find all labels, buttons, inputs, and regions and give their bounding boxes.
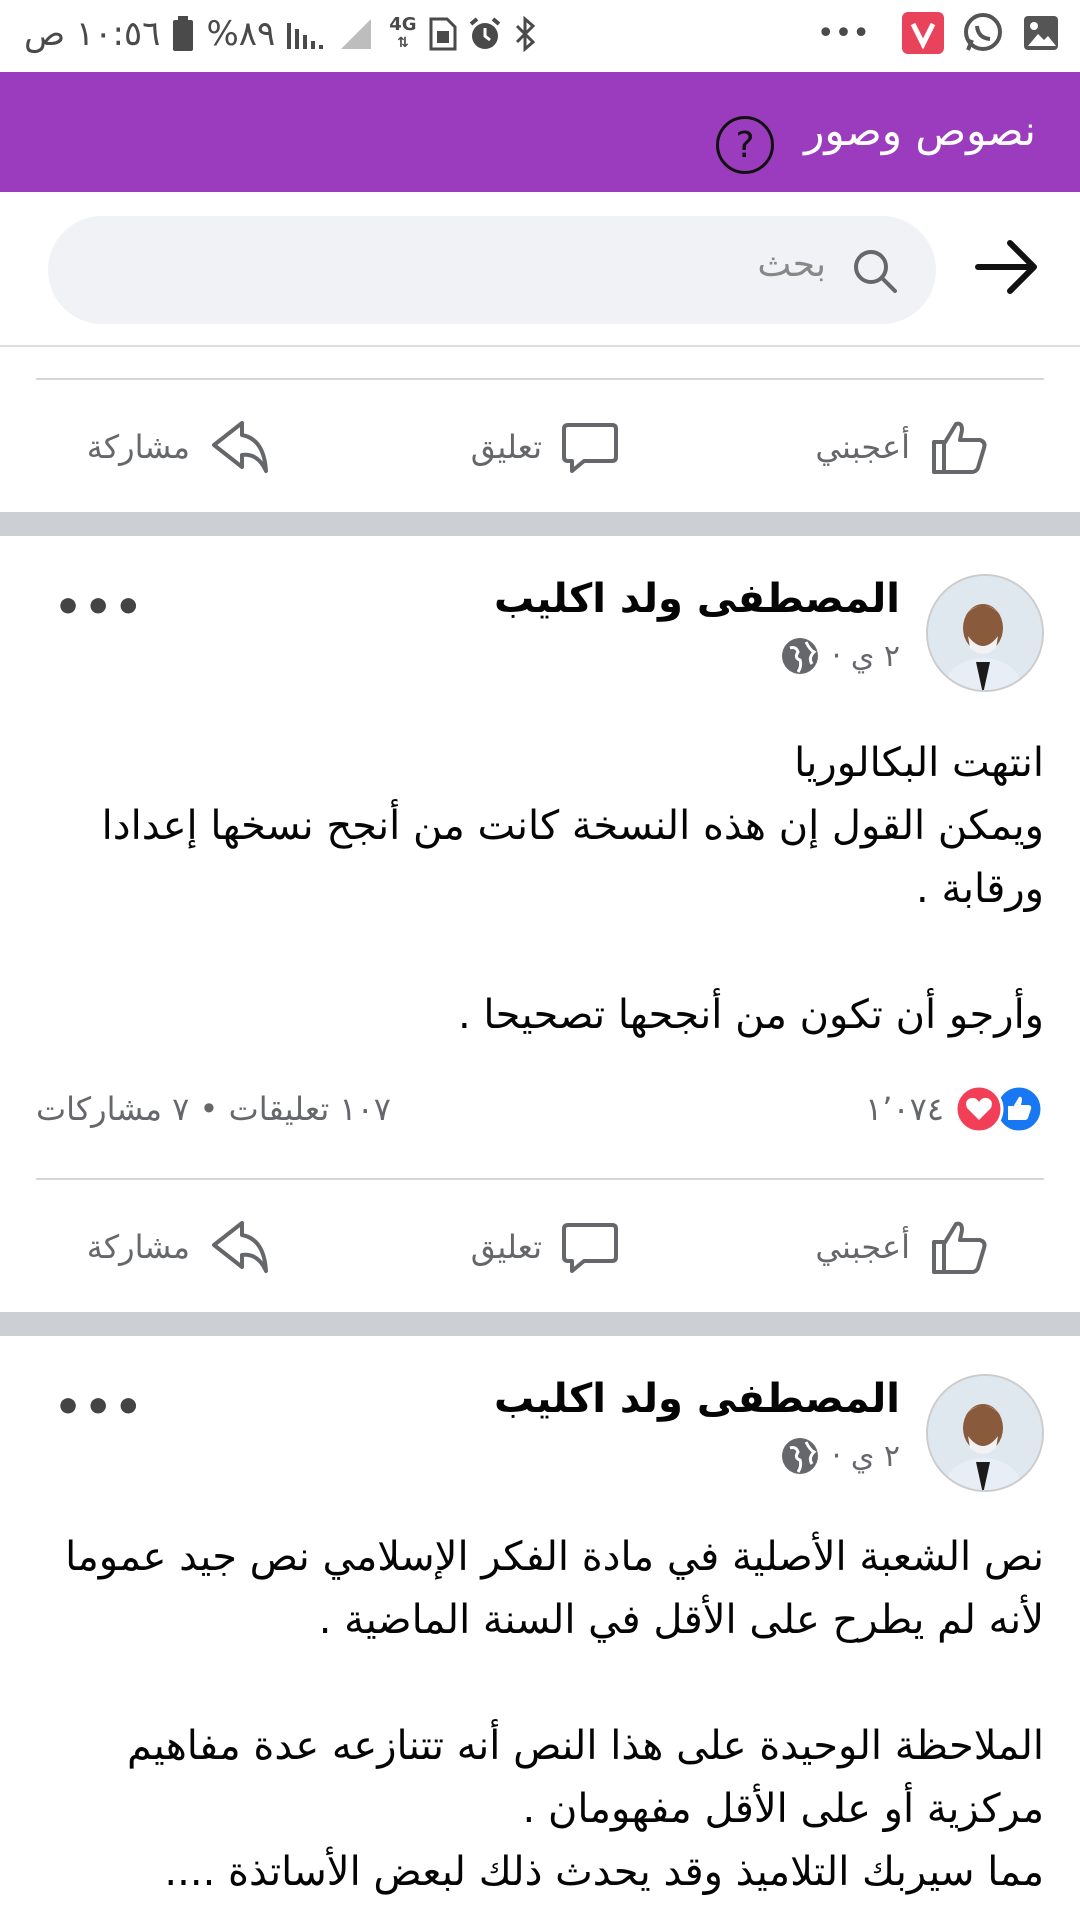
search-row: بحث	[0, 192, 1080, 347]
search-icon	[850, 246, 900, 300]
signal-weak-icon	[339, 17, 379, 51]
back-arrow-icon[interactable]	[972, 232, 1042, 306]
author-name[interactable]: المصطفى ولد اكليب	[494, 576, 900, 622]
reaction-icons	[954, 1084, 1044, 1134]
comment-icon	[562, 1223, 618, 1273]
divider	[36, 378, 1044, 380]
share-label: مشاركة	[86, 428, 190, 466]
share-icon	[212, 421, 268, 473]
post-header: المصطفى ولد اكليب ٢ ي · •••	[0, 1374, 1080, 1514]
status-left: ١٠:٥٦ ص %٨٩ 4G ⇅	[24, 14, 537, 54]
battery-icon	[170, 15, 196, 53]
post-stats: ١٬٠٧٤ ١٠٧ تعليقات • ٧ مشاركات	[0, 1084, 1080, 1144]
feed-separator	[0, 512, 1080, 536]
sim-icon	[427, 17, 457, 51]
share-icon	[212, 1221, 268, 1273]
search-placeholder: بحث	[757, 244, 826, 285]
globe-icon	[781, 1438, 818, 1474]
comment-label: تعليق	[470, 1228, 542, 1266]
search-input[interactable]: بحث	[48, 216, 936, 324]
like-icon	[932, 421, 987, 474]
help-symbol: ?	[735, 124, 755, 166]
divider	[36, 1178, 1044, 1180]
love-reaction-icon	[954, 1084, 1004, 1134]
comment-button[interactable]: تعليق	[471, 1192, 620, 1302]
comment-icon	[562, 423, 618, 473]
more-options-icon[interactable]: •••	[54, 582, 144, 633]
vlc-app-icon	[902, 12, 944, 54]
post-meta: ٢ ي ·	[780, 636, 900, 676]
share-label: مشاركة	[86, 1228, 190, 1266]
post-header: المصطفى ولد اكليب ٢ ي · •••	[0, 574, 1080, 714]
alarm-icon	[467, 16, 503, 52]
overflow-dots-icon: •••	[816, 15, 870, 51]
post-text: نص الشعبة الأصلية في مادة الفكر الإسلامي…	[65, 1534, 1044, 1895]
share-button[interactable]: مشاركة	[87, 392, 272, 502]
share-button[interactable]: مشاركة	[87, 1192, 272, 1302]
network-label: 4G	[389, 14, 417, 35]
page-title: نصوص وصور	[804, 106, 1036, 155]
comments-shares-count[interactable]: ١٠٧ تعليقات • ٧ مشاركات	[36, 1090, 391, 1128]
like-label: أعجبني	[815, 1228, 910, 1266]
post-time[interactable]: ٢ ي ·	[832, 639, 900, 674]
help-button[interactable]: ?	[716, 116, 774, 174]
more-options-icon[interactable]: •••	[54, 1382, 144, 1433]
post-text: انتهت البكالوريا ويمكن القول إن هذه النس…	[101, 740, 1044, 1038]
app-header: نصوص وصور	[0, 72, 1080, 192]
post-time[interactable]: ٢ ي ·	[832, 1439, 900, 1474]
reactions-count: ١٬٠٧٤	[865, 1090, 944, 1128]
battery-percent: %٨٩	[206, 14, 276, 54]
like-button[interactable]: أعجبني	[815, 1192, 990, 1302]
status-time: ١٠:٥٦ ص	[24, 14, 161, 54]
whatsapp-icon	[962, 12, 1004, 54]
comment-button[interactable]: تعليق	[471, 392, 620, 502]
like-button[interactable]: أعجبني	[815, 392, 990, 502]
feed-separator	[0, 1312, 1080, 1336]
status-bar: ١٠:٥٦ ص %٨٩ 4G ⇅ •••	[0, 0, 1080, 72]
post-meta: ٢ ي ·	[780, 1436, 900, 1476]
like-label: أعجبني	[815, 428, 910, 466]
signal-icon	[285, 17, 329, 51]
like-icon	[932, 1221, 987, 1274]
comment-label: تعليق	[470, 428, 542, 466]
status-right: •••	[817, 12, 1060, 54]
bluetooth-icon	[513, 16, 537, 52]
network-4g-icon: 4G ⇅	[389, 14, 417, 52]
avatar[interactable]	[926, 1374, 1044, 1492]
gallery-icon	[1022, 14, 1060, 52]
post-actions: أعجبني تعليق مشاركة	[0, 1192, 1080, 1302]
reactions-summary[interactable]: ١٬٠٧٤	[865, 1084, 1044, 1134]
post-actions-top: أعجبني تعليق مشاركة	[0, 392, 1080, 502]
author-name[interactable]: المصطفى ولد اكليب	[494, 1376, 900, 1422]
globe-icon	[781, 638, 818, 674]
avatar[interactable]	[926, 574, 1044, 692]
